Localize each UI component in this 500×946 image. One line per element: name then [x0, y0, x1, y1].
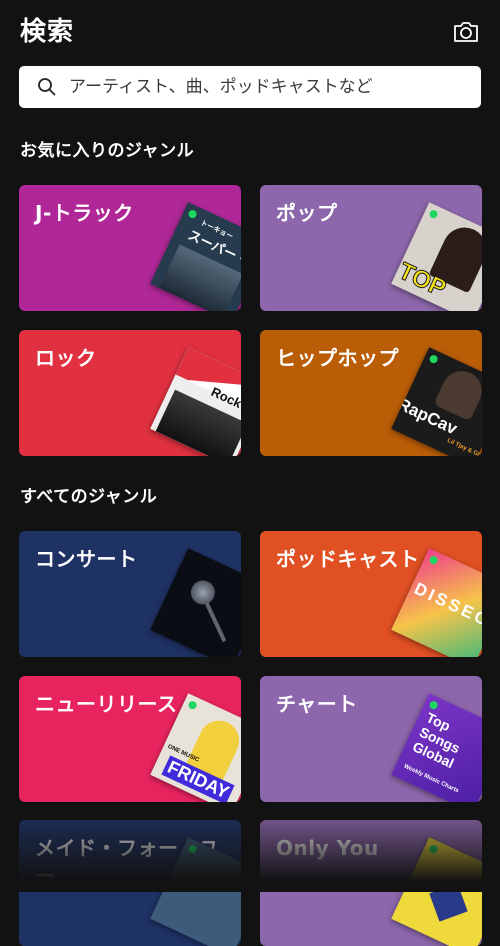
camera-button[interactable]	[452, 20, 480, 44]
camera-icon	[454, 22, 478, 42]
section-title-favorites: お気に入りのジャンル	[20, 141, 195, 161]
header: 検索	[20, 14, 480, 50]
genre-card-hiphop[interactable]: ヒップホップ RapCav Lil Tjay & Glock	[260, 330, 482, 456]
search-bar[interactable]	[19, 66, 481, 108]
genre-card-only-you[interactable]: Only You	[260, 820, 482, 946]
spotify-logo-icon	[187, 843, 198, 855]
art-title: DISSEC	[411, 578, 482, 631]
spotify-logo-icon	[428, 208, 439, 220]
microphone-icon	[186, 576, 219, 609]
art-subtitle: Lil Tjay & Glock	[446, 437, 482, 456]
art-stand	[204, 602, 227, 643]
star-icon	[429, 883, 468, 922]
genre-card-concert[interactable]: コンサート	[19, 531, 241, 657]
search-icon	[38, 78, 56, 96]
genre-card-made-for-you[interactable]: メイド・フォー・ユー	[19, 820, 241, 946]
genre-card-j-track[interactable]: J-トラック トーキョー スーパー・ビ	[19, 185, 241, 311]
genre-card-new-releases[interactable]: ニューリリース ONE MUSIC FRIDAY	[19, 676, 241, 802]
spotify-logo-icon	[187, 208, 198, 220]
page-title: 検索	[20, 17, 75, 47]
spotify-logo-icon	[428, 353, 439, 365]
genre-card-charts[interactable]: チャート Top Songs Global Weekly Music Chart…	[260, 676, 482, 802]
genre-card-rock[interactable]: ロック Rock T	[19, 330, 241, 456]
genre-card-podcast[interactable]: ポッドキャスト DISSEC	[260, 531, 482, 657]
spotify-logo-icon	[428, 843, 439, 855]
section-title-all-genres: すべてのジャンル	[20, 487, 158, 507]
spotify-logo-icon	[187, 699, 198, 711]
search-input[interactable]	[67, 76, 451, 98]
genre-card-pop[interactable]: ポップ TOP	[260, 185, 482, 311]
spotify-logo-icon	[428, 554, 439, 566]
